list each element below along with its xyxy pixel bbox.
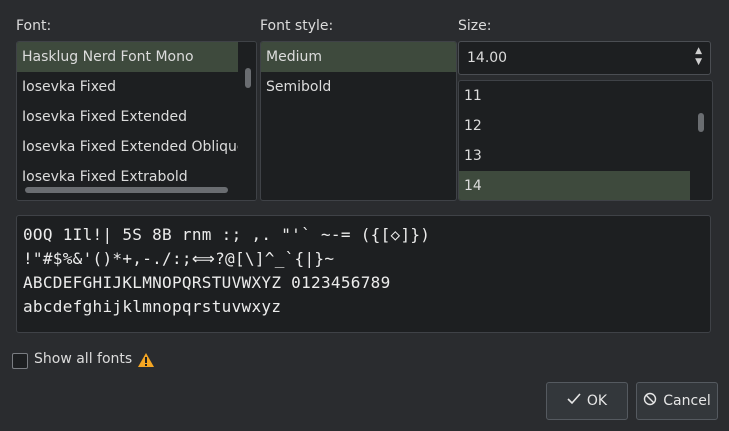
size-spinbox[interactable]: 14.00 ▲ ▼ xyxy=(458,41,711,75)
preview-line: abcdefghijklmnopqrstuvwxyz xyxy=(23,297,282,316)
font-style-list[interactable]: Medium Semibold xyxy=(260,41,457,201)
size-item[interactable]: 11 xyxy=(459,81,712,111)
cancel-label: Cancel xyxy=(663,393,711,409)
font-item[interactable]: Iosevka Fixed Extended xyxy=(17,102,256,132)
font-list[interactable]: Hasklug Nerd Font Mono Iosevka Fixed Ios… xyxy=(16,41,257,201)
size-list[interactable]: 11 12 13 14 xyxy=(458,80,713,201)
font-list-scroll-gutter xyxy=(238,42,256,200)
font-list-hscrollbar[interactable] xyxy=(25,187,228,193)
preview-line: !"#$%&'()*+,-./:;⟺?@[\]^_`{|}~ xyxy=(23,249,335,268)
spin-arrows[interactable]: ▲ ▼ xyxy=(695,46,702,68)
ok-label: OK xyxy=(586,393,608,409)
font-item[interactable]: Hasklug Nerd Font Mono xyxy=(17,42,256,72)
warning-icon xyxy=(137,352,155,368)
chevron-down-icon[interactable]: ▼ xyxy=(695,57,702,68)
cancel-icon xyxy=(643,392,657,410)
cancel-button[interactable]: Cancel xyxy=(636,382,718,420)
preview-line: 0OQ 1Il!| 5S 8B rnm :; ,. "'` ~-= ({[◇]}… xyxy=(23,225,431,244)
ok-button[interactable]: OK xyxy=(546,382,628,420)
font-style-label: Font style: xyxy=(260,18,334,34)
chevron-up-icon[interactable]: ▲ xyxy=(695,46,702,57)
show-all-fonts-label[interactable]: Show all fonts xyxy=(34,351,132,367)
preview-line: ABCDEFGHIJKLMNOPQRSTUVWXYZ 0123456789 xyxy=(23,273,391,292)
font-preview[interactable]: 0OQ 1Il!| 5S 8B rnm :; ,. "'` ~-= ({[◇]}… xyxy=(16,215,711,333)
style-item-medium[interactable]: Medium xyxy=(261,42,456,72)
font-label: Font: xyxy=(16,18,52,34)
size-list-vscrollbar[interactable] xyxy=(698,113,704,132)
size-item[interactable]: 14 xyxy=(459,171,690,200)
check-icon xyxy=(567,393,581,409)
size-item[interactable]: 12 xyxy=(459,111,712,141)
show-all-fonts-checkbox[interactable] xyxy=(12,353,28,369)
font-item[interactable]: Iosevka Fixed xyxy=(17,72,256,102)
font-item[interactable]: Iosevka Fixed Extended Oblique xyxy=(17,132,256,162)
size-input-value[interactable]: 14.00 xyxy=(467,50,507,66)
font-list-vscrollbar[interactable] xyxy=(245,68,251,88)
size-item[interactable]: 13 xyxy=(459,141,712,171)
style-item-semibold[interactable]: Semibold xyxy=(261,72,456,102)
size-label: Size: xyxy=(458,18,492,34)
